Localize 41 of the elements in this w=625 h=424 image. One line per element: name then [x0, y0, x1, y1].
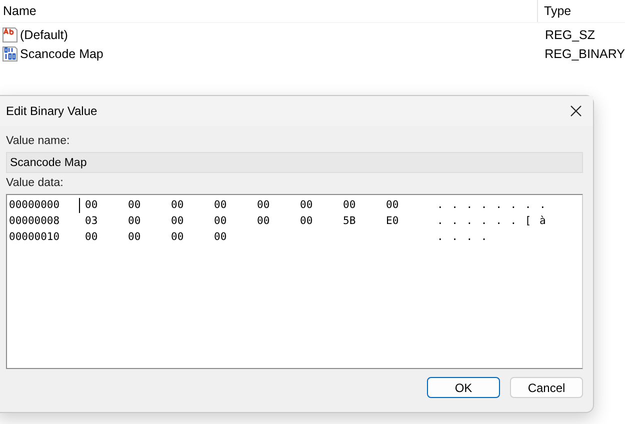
value-type: REG_SZ — [545, 28, 596, 42]
hex-byte: 00 — [257, 215, 271, 227]
hex-byte: 00 — [171, 231, 185, 243]
hex-byte: 00 — [171, 215, 185, 227]
hex-byte: 00 — [128, 199, 142, 211]
hex-byte: 00 — [214, 231, 228, 243]
hex-byte: 00 — [85, 199, 99, 211]
ascii-text: . . . . — [437, 231, 488, 243]
value-type: REG_BINARY — [544, 46, 625, 60]
hex-byte: 00 — [85, 231, 99, 243]
hex-offset: 00000010 — [9, 231, 61, 243]
ascii-text: . . . . . . . . — [437, 199, 547, 211]
hex-byte: 00 — [257, 199, 271, 211]
hex-byte: E0 — [386, 215, 400, 227]
value-name-field[interactable]: Scancode Map — [6, 152, 583, 173]
ascii-text: . . . . . . [ à — [437, 215, 547, 227]
cancel-button[interactable]: Cancel — [510, 377, 583, 398]
hex-byte: 00 — [386, 199, 400, 211]
hex-byte: 5B — [343, 215, 357, 227]
hex-offset: 00000008 — [9, 215, 61, 227]
column-header[interactable]: Name — [0, 4, 537, 18]
hex-byte: 00 — [128, 231, 142, 243]
hex-byte: 00 — [214, 199, 228, 211]
hex-byte: 00 — [343, 199, 357, 211]
value-name[interactable]: (Default) — [20, 28, 68, 42]
text-cursor — [79, 198, 80, 213]
close-button[interactable] — [569, 104, 583, 118]
hex-byte: 00 — [300, 215, 314, 227]
value-name[interactable]: Scancode Map — [20, 46, 104, 60]
dialog-title: Edit Binary Value — [6, 104, 98, 118]
field-label: Value data: — [6, 176, 64, 190]
hex-editor[interactable]: 00000000 00 00 00 00 00 00 00 00 . . . . . . . . 00000008 03 00 00 00 00 00 5B E0 . . . . . . [ à 00000010 00 00 00 00 . . . . — [6, 194, 583, 369]
hex-byte: 03 — [85, 215, 99, 227]
hex-offset: 00000000 — [9, 199, 61, 211]
hex-byte: 00 — [128, 215, 142, 227]
hex-byte: 00 — [300, 199, 314, 211]
column-header[interactable]: Type — [537, 0, 572, 22]
ok-button[interactable]: OK — [427, 377, 500, 398]
hex-byte: 00 — [171, 199, 185, 211]
hex-byte: 00 — [214, 215, 228, 227]
field-label: Value name: — [6, 134, 71, 148]
